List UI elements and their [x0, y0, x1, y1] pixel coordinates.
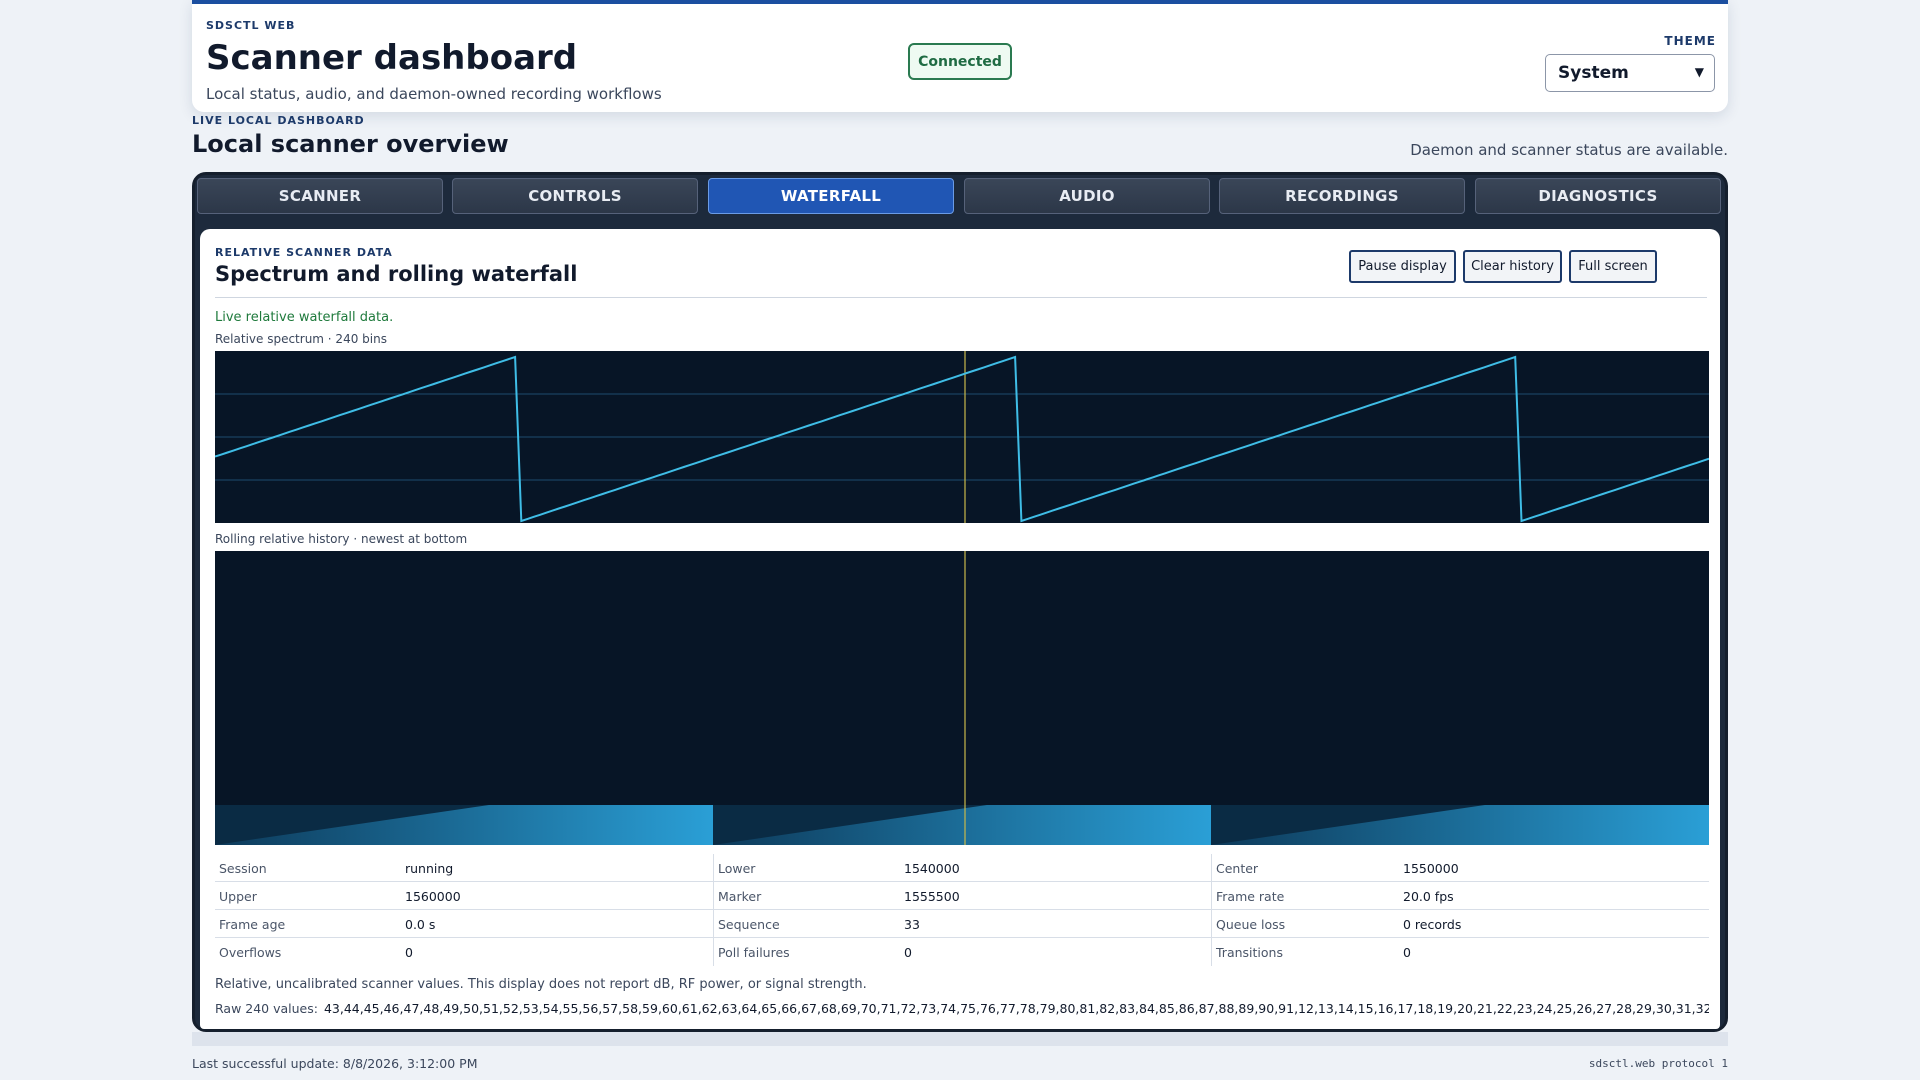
footer-strip: [192, 1032, 1728, 1046]
stat-value: 1540000: [904, 860, 960, 876]
section-eyebrow: LIVE LOCAL DASHBOARD: [192, 114, 365, 127]
stat-value: 1555500: [904, 888, 960, 904]
stats-table: Session running Lower 1540000 Center 155…: [215, 854, 1709, 966]
stat-value: 0: [1403, 944, 1411, 960]
raw-values-label: Raw 240 values:: [215, 1001, 318, 1016]
waterfall-content: RELATIVE SCANNER DATA Spectrum and rolli…: [200, 229, 1720, 1029]
spectrum-trace: [215, 355, 1709, 523]
raw-values: Raw 240 values: 43,44,45,46,47,48,49,50,5…: [215, 1001, 1709, 1016]
page-subtitle: Local status, audio, and daemon-owned re…: [206, 85, 662, 103]
divider: [215, 297, 1707, 298]
stat-label: Marker: [718, 888, 762, 904]
stat-value: 0: [405, 944, 413, 960]
stat-label: Lower: [718, 860, 756, 876]
history-caption: Rolling relative history · newest at bot…: [215, 532, 468, 546]
stat-label: Frame rate: [1216, 888, 1285, 904]
tab-waterfall[interactable]: WATERFALL: [708, 178, 954, 214]
tab-bar: SCANNER CONTROLS WATERFALL AUDIO RECORDI…: [197, 178, 1723, 218]
spectrum-caption: Relative spectrum · 240 bins: [215, 332, 387, 346]
stat-value: 33: [904, 916, 920, 932]
daemon-status-text: Daemon and scanner status are available.: [1410, 141, 1728, 159]
live-status-message: Live relative waterfall data.: [215, 310, 394, 325]
stat-value: 1550000: [1403, 860, 1459, 876]
stat-label: Sequence: [718, 916, 780, 932]
section-title: Local scanner overview: [192, 130, 509, 158]
stat-label: Transitions: [1216, 944, 1283, 960]
stats-divider: [713, 854, 714, 966]
stat-label: Upper: [219, 888, 257, 904]
stats-divider: [1211, 854, 1212, 966]
stat-value: running: [405, 860, 454, 876]
theme-select[interactable]: System ▼: [1545, 54, 1715, 92]
stat-value: 0.0 s: [405, 916, 436, 932]
spectrum-plot: [215, 351, 1709, 523]
tab-controls[interactable]: CONTROLS: [452, 178, 698, 214]
waterfall-title: Spectrum and rolling waterfall: [215, 262, 578, 286]
stat-label: Poll failures: [718, 944, 790, 960]
connection-status-badge: Connected: [908, 43, 1012, 80]
dashboard-panel: SCANNER CONTROLS WATERFALL AUDIO RECORDI…: [192, 172, 1728, 1032]
calibration-disclaimer: Relative, uncalibrated scanner values. T…: [215, 977, 867, 992]
stats-row: Upper 1560000 Marker 1555500 Frame rate …: [215, 882, 1709, 910]
stat-value: 1560000: [405, 888, 461, 904]
tab-diagnostics[interactable]: DIAGNOSTICS: [1475, 178, 1721, 214]
pause-display-button[interactable]: Pause display: [1349, 250, 1456, 283]
last-update-text: Last successful update: 8/8/2026, 3:12:0…: [192, 1056, 478, 1071]
stats-row: Frame age 0.0 s Sequence 33 Queue loss 0…: [215, 910, 1709, 938]
theme-label: THEME: [1664, 34, 1716, 48]
tab-audio[interactable]: AUDIO: [964, 178, 1210, 214]
stat-label: Session: [219, 860, 267, 876]
tab-scanner[interactable]: SCANNER: [197, 178, 443, 214]
waterfall-history-rows: [215, 805, 1709, 845]
tab-recordings[interactable]: RECORDINGS: [1219, 178, 1465, 214]
protocol-version: sdsctl.web protocol 1: [1588, 1057, 1728, 1070]
stat-label: Frame age: [219, 916, 286, 932]
waterfall-plot: [215, 551, 1709, 845]
stat-label: Queue loss: [1216, 916, 1286, 932]
theme-select-value: System: [1558, 63, 1629, 83]
stat-value: 20.0 fps: [1403, 888, 1454, 904]
full-screen-button[interactable]: Full screen: [1569, 250, 1657, 283]
stat-value: 0 records: [1403, 916, 1462, 932]
app-eyebrow: SDSCTL WEB: [206, 19, 296, 32]
stat-label: Center: [1216, 860, 1259, 876]
clear-history-button[interactable]: Clear history: [1463, 250, 1562, 283]
stats-row: Session running Lower 1540000 Center 155…: [215, 854, 1709, 882]
stat-value: 0: [904, 944, 912, 960]
page-title: Scanner dashboard: [206, 38, 578, 78]
chevron-down-icon: ▼: [1694, 65, 1704, 79]
header-card: SDSCTL WEB Scanner dashboard Local statu…: [192, 0, 1728, 112]
raw-values-text: 43,44,45,46,47,48,49,50,51,52,53,54,55,5…: [323, 1001, 1709, 1016]
stat-label: Overflows: [219, 944, 282, 960]
waterfall-eyebrow: RELATIVE SCANNER DATA: [215, 246, 393, 259]
stats-row: Overflows 0 Poll failures 0 Transitions …: [215, 938, 1709, 966]
